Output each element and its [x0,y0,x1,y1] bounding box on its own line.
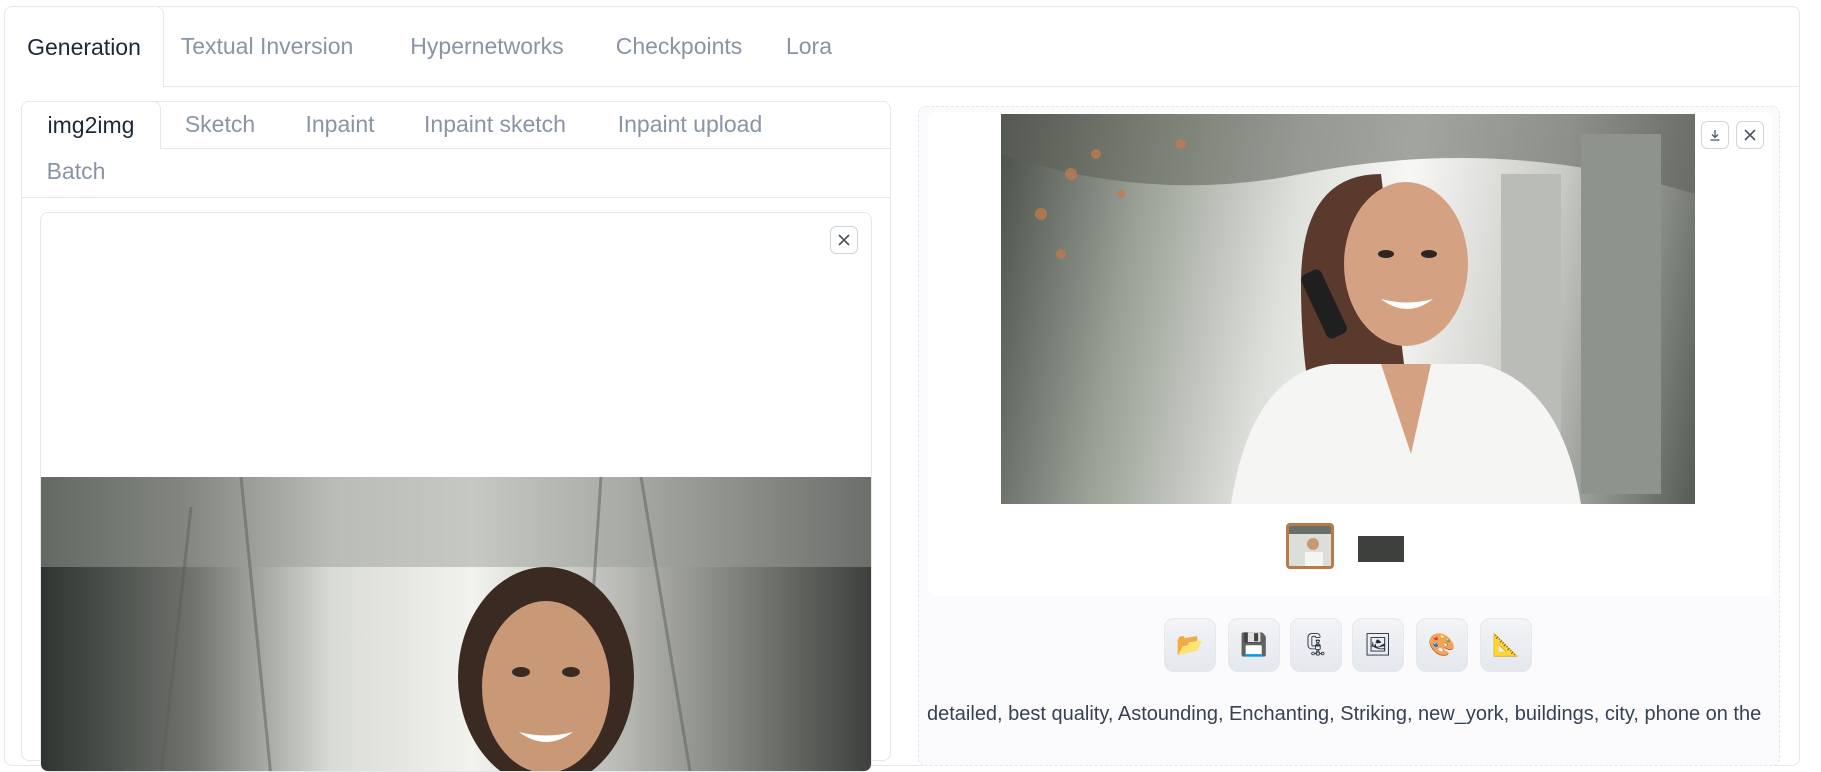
thumbnail-mask[interactable] [1357,526,1405,570]
image-input[interactable] [40,212,872,772]
download-icon [1710,130,1720,141]
image-icon: 🖼 [1364,632,1392,657]
subtab-divider-2 [21,197,891,198]
send-to-inpaint-button[interactable]: 🎨 [1416,618,1468,672]
tab-hypernetworks[interactable]: Hypernetworks [402,6,572,88]
tab-sketch[interactable]: Sketch [170,101,270,149]
tab-inpaint-upload[interactable]: Inpaint upload [605,101,775,149]
tab-lora[interactable]: Lora [774,6,844,88]
close-output-button[interactable] [1736,121,1764,149]
zip-icon: 🗜 [1302,632,1330,657]
send-to-extras-button[interactable]: 📐 [1480,618,1532,672]
tab-batch[interactable]: Batch [36,148,116,196]
close-icon [838,234,850,246]
palette-icon: 🎨 [1428,632,1456,657]
open-folder-icon: 📂 [1176,632,1204,657]
tab-inpaint[interactable]: Inpaint [290,101,390,149]
tab-divider [164,86,1800,87]
close-icon [1744,129,1756,141]
download-button[interactable] [1701,121,1729,149]
output-image[interactable] [1001,114,1695,504]
clear-image-button[interactable] [830,226,858,254]
triangle-ruler-icon: 📐 [1492,632,1520,657]
input-photo [41,477,871,771]
thumbnail-generated[interactable] [1286,523,1334,569]
tab-textual-inversion[interactable]: Textual Inversion [172,6,362,88]
subtab-divider [160,148,890,149]
zip-button[interactable]: 🗜 [1290,618,1342,672]
save-icon: 💾 [1240,632,1268,657]
generation-info-text: detailed, best quality, Astounding, Ench… [927,703,1762,725]
tab-generation[interactable]: Generation [4,6,164,88]
tab-inpaint-sketch[interactable]: Inpaint sketch [415,101,575,149]
top-tab-bar: Generation Textual Inversion Hypernetwor… [4,6,1800,88]
tab-img2img[interactable]: img2img [21,101,161,149]
open-folder-button[interactable]: 📂 [1164,618,1216,672]
tab-checkpoints[interactable]: Checkpoints [604,6,754,88]
send-to-img2img-button[interactable]: 🖼 [1352,618,1404,672]
save-button[interactable]: 💾 [1228,618,1280,672]
